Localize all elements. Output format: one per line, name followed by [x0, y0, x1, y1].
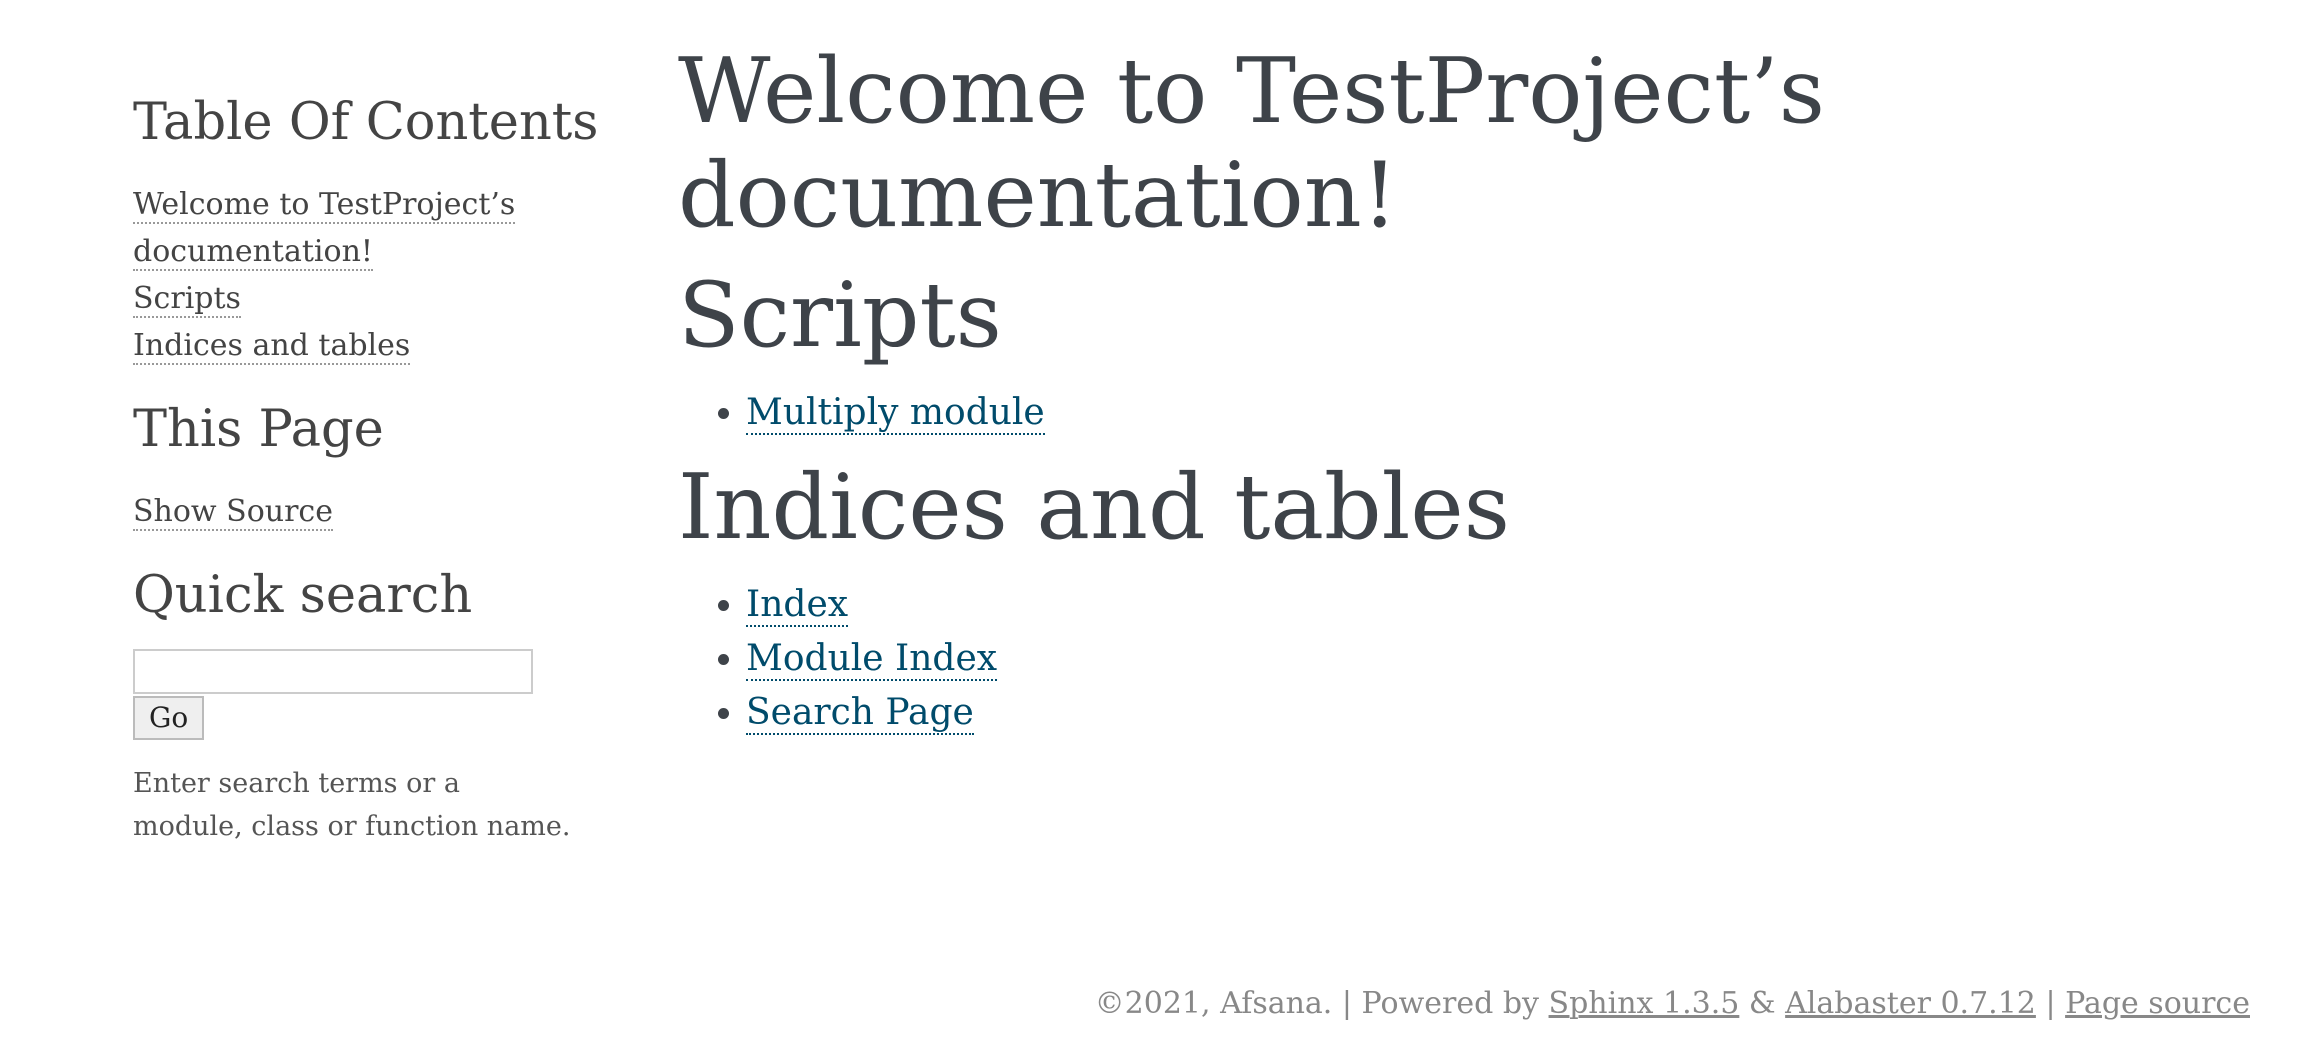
go-button[interactable]: Go: [133, 695, 205, 740]
copyright-text: ©2021, Afsana.: [1094, 986, 1333, 1021]
toc-link-scripts[interactable]: Scripts: [133, 281, 241, 319]
footer-separator: |: [1341, 986, 1352, 1021]
scripts-heading: Scripts: [678, 263, 1002, 368]
page-title: Welcome to TestProject’s documentation!: [678, 39, 1825, 248]
search-help-text: Enter search terms or a module, class or…: [133, 767, 571, 842]
toc-list: Welcome to TestProject’s documentation! …: [133, 181, 553, 369]
sphinx-link[interactable]: Sphinx 1.3.5: [1549, 986, 1740, 1021]
toc-heading: Table Of Contents: [133, 93, 599, 152]
toc-item: Scripts: [133, 275, 553, 322]
this-page-heading: This Page: [133, 400, 384, 460]
ampersand-text: &: [1748, 986, 1776, 1021]
this-page-list: Show Source: [133, 488, 553, 535]
index-link[interactable]: Index: [746, 584, 849, 627]
powered-by-text: Powered by: [1361, 986, 1539, 1021]
toc-item: Indices and tables: [133, 322, 553, 369]
indices-list: Index Module Index Search Page: [678, 578, 2178, 740]
multiply-module-link[interactable]: Multiply module: [746, 392, 1045, 435]
list-item: Search Page: [746, 686, 2178, 740]
indices-heading: Indices and tables: [678, 455, 1510, 560]
footer: ©2021, Afsana. | Powered by Sphinx 1.3.5…: [1095, 986, 2250, 1021]
scripts-list: Multiply module: [678, 386, 2178, 440]
this-page-item: Show Source: [133, 488, 553, 535]
page-source-link[interactable]: Page source: [2065, 986, 2250, 1021]
sidebar: Table Of Contents Welcome to TestProject…: [133, 92, 599, 848]
list-item: Index: [746, 578, 2178, 632]
list-item: Module Index: [746, 632, 2178, 686]
footer-separator: |: [2045, 986, 2056, 1021]
list-item: Multiply module: [746, 386, 2178, 440]
toc-link-indices[interactable]: Indices and tables: [133, 328, 411, 366]
search-page-link[interactable]: Search Page: [746, 692, 974, 735]
module-index-link[interactable]: Module Index: [746, 638, 998, 681]
toc-item: Welcome to TestProject’s documentation!: [133, 181, 553, 275]
quick-search-heading: Quick search: [133, 566, 473, 626]
main-content: Welcome to TestProject’s documentation! …: [678, 40, 2178, 740]
search-input[interactable]: [133, 648, 533, 694]
toc-link-welcome[interactable]: Welcome to TestProject’s documentation!: [133, 187, 516, 272]
alabaster-link[interactable]: Alabaster 0.7.12: [1785, 986, 2036, 1021]
show-source-link[interactable]: Show Source: [133, 494, 333, 532]
